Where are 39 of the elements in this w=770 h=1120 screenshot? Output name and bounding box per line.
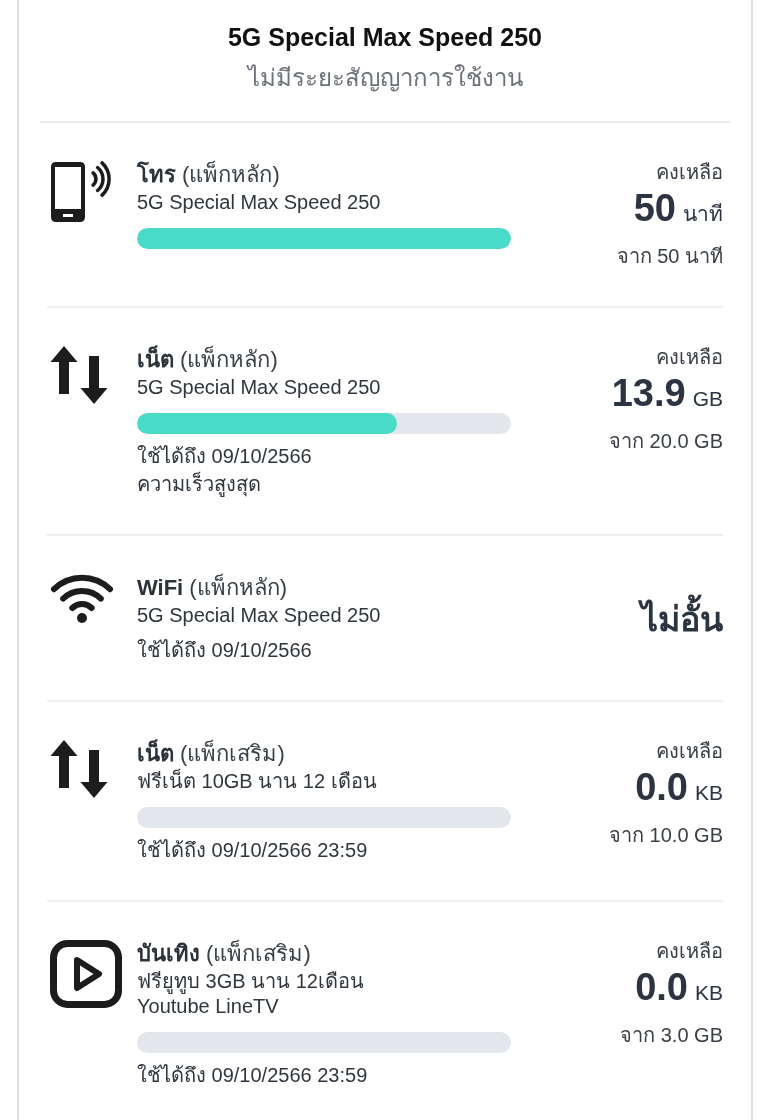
package-title: เน็ต (แพ็กเสริม) bbox=[137, 740, 286, 768]
contract-status: ไม่มีระยะสัญญาการใช้งาน bbox=[245, 63, 524, 94]
up-down-arrows-icon bbox=[50, 740, 108, 798]
amount-unit: KB bbox=[695, 980, 723, 1006]
remaining-amount: 0.0 bbox=[635, 765, 688, 809]
package-name: Youtube LineTV bbox=[137, 994, 280, 1019]
package-name: ฟรีเน็ต 10GB นาน 12 เดือน bbox=[137, 768, 378, 794]
plan-title: 5G Special Max Speed 250 bbox=[226, 22, 544, 53]
remaining-label: คงเหลือ bbox=[656, 161, 723, 183]
package-name: 5G Special Max Speed 250 bbox=[137, 190, 382, 215]
amount-unit: นาที bbox=[683, 201, 723, 227]
package-title: เน็ต (แพ็กหลัก) bbox=[137, 346, 279, 374]
package-detail: ความเร็วสูงสุด bbox=[137, 470, 262, 498]
remaining-amount: 0.0 bbox=[635, 965, 688, 1009]
package-detail: ใช้ได้ถึง 09/10/2566 bbox=[137, 638, 313, 663]
package-name: ฟรียูทูบ 3GB นาน 12เดือน bbox=[137, 969, 365, 994]
remaining-label: คงเหลือ bbox=[656, 740, 723, 762]
total-amount: จาก 3.0 GB bbox=[620, 1023, 723, 1048]
package-title: บันเทิง (แพ็กเสริม) bbox=[137, 940, 312, 968]
package-detail: ใช้ได้ถึง 09/10/2566 bbox=[137, 444, 313, 469]
play-icon bbox=[50, 940, 122, 1008]
package-detail: ใช้ได้ถึง 09/10/2566 23:59 bbox=[137, 838, 369, 863]
remaining-amount: 50 bbox=[633, 186, 676, 230]
wifi-icon bbox=[50, 574, 114, 624]
phone-icon bbox=[50, 161, 112, 223]
package-name: 5G Special Max Speed 250 bbox=[137, 603, 382, 628]
remaining-amount: 13.9 bbox=[611, 371, 686, 415]
total-amount: จาก 10.0 GB bbox=[609, 823, 723, 848]
package-title: โทร (แพ็กหลัก) bbox=[137, 161, 281, 189]
amount-unit: KB bbox=[695, 780, 723, 806]
package-name: 5G Special Max Speed 250 bbox=[137, 375, 382, 400]
up-down-arrows-icon bbox=[50, 346, 108, 404]
total-amount: จาก 20.0 GB bbox=[609, 429, 723, 454]
package-detail: ใช้ได้ถึง 09/10/2566 23:59 bbox=[137, 1063, 369, 1088]
remaining-label: คงเหลือ bbox=[656, 346, 723, 368]
package-title: WiFi (แพ็กหลัก) bbox=[137, 574, 288, 602]
total-amount: จาก 50 นาที bbox=[616, 244, 723, 269]
remaining-label: คงเหลือ bbox=[656, 940, 723, 962]
amount-unit: GB bbox=[692, 386, 723, 412]
